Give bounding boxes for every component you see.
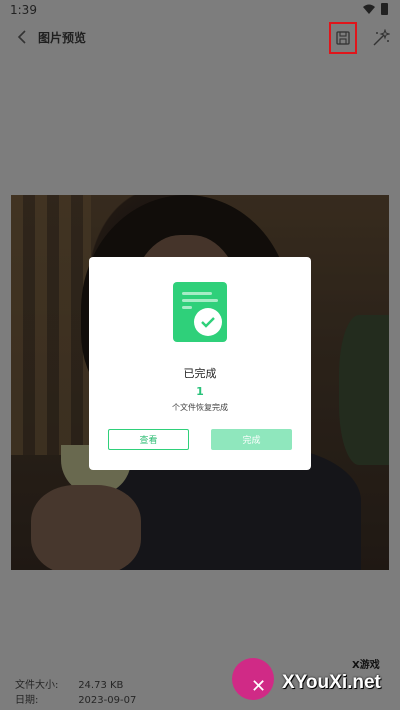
dialog-message: 个文件恢复完成	[172, 403, 228, 412]
chevron-left-icon	[17, 30, 26, 44]
status-time: 1:39	[10, 3, 37, 17]
recovery-complete-dialog: 已完成 1 个文件恢复完成 查看 完成	[89, 257, 311, 470]
watermark-site: XYouXi.net	[282, 672, 381, 693]
wifi-icon	[363, 4, 375, 14]
watermark-cn: X游戏	[352, 660, 380, 671]
battery-icon	[381, 3, 388, 15]
file-size-value: 24.73 KB	[78, 680, 124, 691]
save-button[interactable]	[329, 22, 357, 54]
file-size-label: 文件大小:	[15, 680, 59, 691]
back-button[interactable]	[10, 25, 34, 49]
page-title: 图片预览	[38, 31, 87, 45]
file-date-row: 日期: 2023-09-07	[15, 691, 136, 706]
done-button[interactable]: 完成	[211, 429, 292, 450]
status-icons	[363, 3, 388, 15]
document-check-icon	[173, 282, 227, 342]
enhance-button[interactable]	[370, 28, 392, 48]
file-size-row: 文件大小: 24.73 KB	[15, 676, 123, 691]
magic-wand-icon	[373, 29, 390, 46]
file-date-value: 2023-09-07	[78, 695, 137, 706]
file-date-label: 日期:	[15, 695, 39, 706]
view-button[interactable]: 查看	[108, 429, 189, 450]
site-watermark: ✕ X游戏 XYouXi.net	[224, 650, 400, 710]
dialog-title: 已完成	[183, 367, 217, 380]
floppy-disk-icon	[336, 31, 350, 45]
recovered-count: 1	[196, 385, 204, 398]
watermark-logo-icon: ✕	[232, 658, 274, 700]
status-bar: 1:39	[0, 0, 400, 20]
